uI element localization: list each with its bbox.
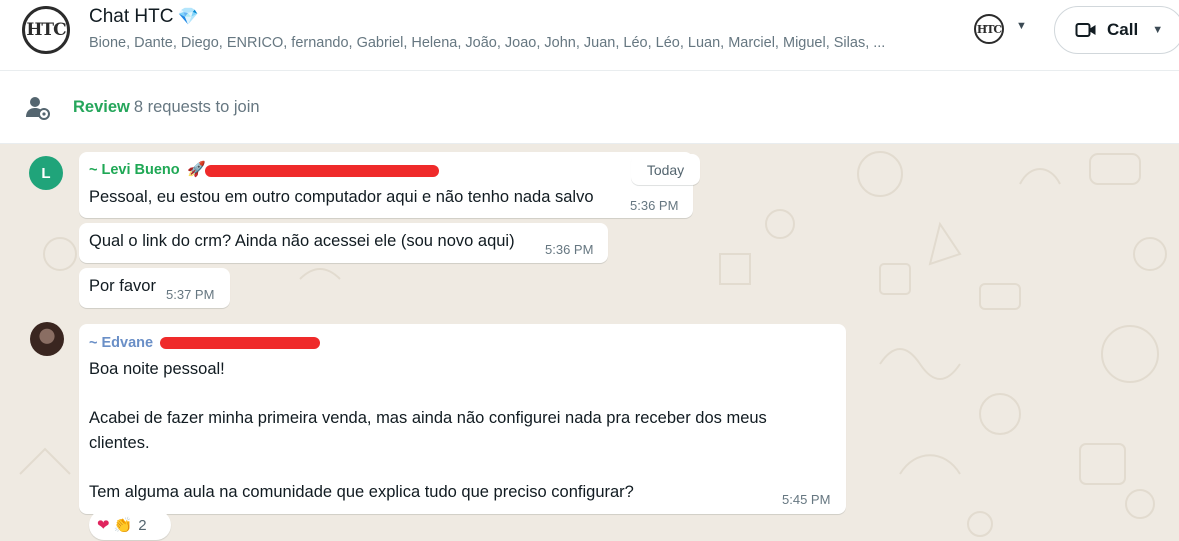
reaction-count: 2 — [138, 516, 147, 534]
message-time: 5:37 PM — [166, 287, 215, 302]
chat-header: HTC Chat HTC 💎 Bione, Dante, Diego, ENRIC… — [0, 0, 1179, 71]
message-text: Por favor — [89, 277, 156, 295]
requests-count-text: 8 requests to join — [133, 98, 260, 116]
avatar[interactable]: L — [29, 156, 63, 190]
heart-emoji: ❤ — [97, 517, 110, 534]
chat-title[interactable]: Chat HTC 💎 — [89, 6, 199, 28]
sender-name[interactable]: ~ Edvane — [89, 335, 153, 351]
profile-avatar[interactable]: HTC — [974, 14, 1004, 44]
rocket-emoji: 🚀 — [187, 161, 206, 178]
reactions-pill[interactable]: ❤ 👏 2 — [89, 510, 171, 540]
message-text: Qual o link do crm? Ainda não acessei el… — [89, 232, 515, 250]
chevron-down-icon[interactable]: ▼ — [1016, 20, 1027, 32]
message-text: clientes. — [89, 434, 150, 452]
message-time: 5:36 PM — [630, 198, 679, 213]
message-bubble[interactable]: Qual o link do crm? Ainda não acessei el… — [79, 223, 608, 263]
member-list[interactable]: Bione, Dante, Diego, ENRICO, fernando, G… — [89, 35, 934, 51]
avatar[interactable] — [30, 322, 64, 356]
message-text: Acabei de fazer minha primeira venda, ma… — [89, 409, 767, 427]
redacted-name — [205, 165, 439, 177]
message-text: Pessoal, eu estou em outro computador aq… — [89, 188, 594, 206]
people-settings-icon — [25, 95, 51, 121]
sender-name[interactable]: ~ Levi Bueno — [89, 162, 180, 178]
review-link[interactable]: Review — [73, 98, 130, 116]
chevron-down-icon[interactable]: ▼ — [1152, 24, 1163, 36]
message-bubble[interactable]: ~ Edvane Boa noite pessoal! Acabei de fa… — [79, 324, 846, 514]
message-text: Boa noite pessoal! — [89, 360, 225, 378]
gem-emoji: 💎 — [177, 7, 199, 26]
redacted-name — [160, 337, 320, 349]
message-time: 5:45 PM — [782, 492, 831, 507]
chat-title-text: Chat HTC — [89, 6, 174, 27]
group-avatar[interactable]: HTC — [22, 6, 70, 54]
message-bubble[interactable]: Por favor 5:37 PM — [79, 268, 230, 308]
review-requests-text: Review 8 requests to join — [73, 98, 260, 117]
join-requests-bar: Review 8 requests to join — [0, 71, 1179, 144]
clap-emoji: 👏 — [113, 517, 133, 534]
chat-area: L ~ Levi Bueno 🚀 Pessoal, eu estou em ou… — [0, 144, 1179, 541]
call-label: Call — [1107, 20, 1139, 39]
message-text: Tem alguma aula na comunidade que explic… — [89, 483, 634, 501]
video-camera-icon — [1075, 21, 1097, 39]
message-time: 5:36 PM — [545, 242, 594, 257]
call-button[interactable]: Call ▼ — [1054, 6, 1179, 54]
date-divider: Today — [631, 154, 700, 185]
message-bubble[interactable]: ~ Levi Bueno 🚀 Pessoal, eu estou em outr… — [79, 152, 693, 218]
